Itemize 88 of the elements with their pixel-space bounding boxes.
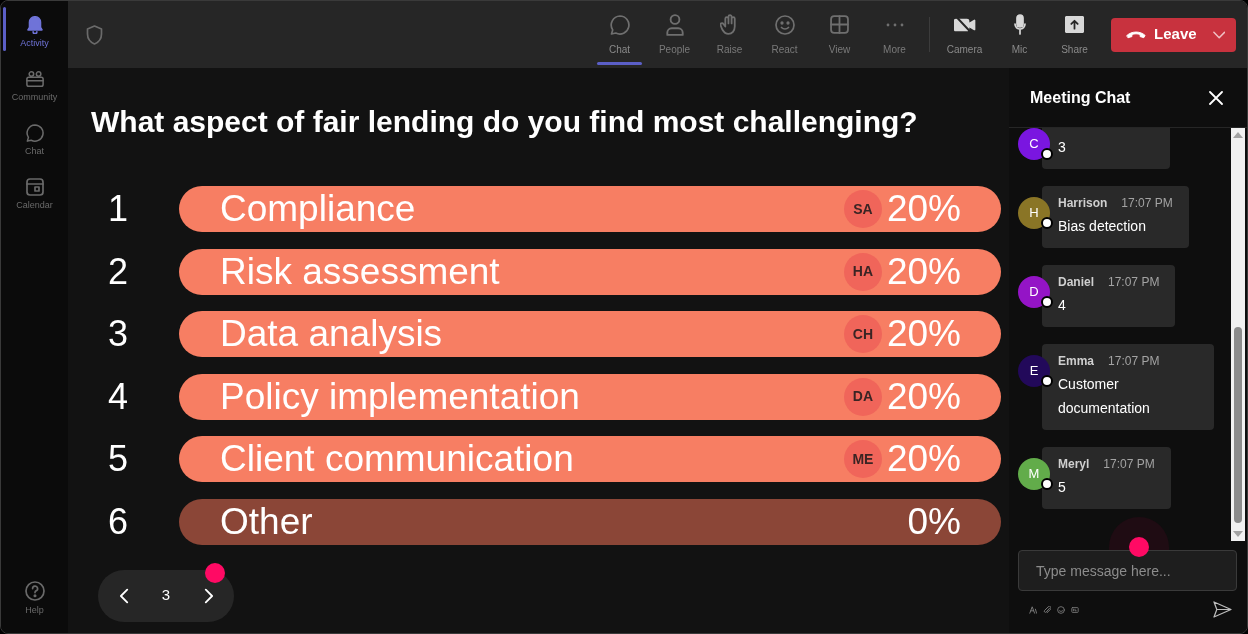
message-text: 5 (1058, 478, 1067, 497)
shield-icon (86, 24, 103, 45)
chat-bubble-icon (609, 14, 630, 35)
chevron-right-icon (203, 587, 213, 604)
bell-icon (25, 15, 44, 34)
option-label: Risk assessment (220, 249, 501, 294)
toolbar-button[interactable]: More (867, 1, 922, 68)
option-percent: 20% (886, 437, 961, 481)
message-time: 17:07 PM (1121, 195, 1173, 212)
toolbar-button[interactable]: View (812, 1, 867, 68)
voter-avatar: ME (843, 440, 882, 478)
caret-icon (1212, 30, 1225, 39)
option-number: 6 (107, 499, 129, 544)
option-label: Policy implementation (220, 374, 581, 419)
click-marker-icon (205, 562, 225, 583)
option-label: Compliance (220, 187, 417, 231)
message-time: 17:07 PM (1108, 274, 1160, 291)
phone-icon (1126, 30, 1147, 39)
option-number: 5 (107, 437, 129, 481)
scroll-up-icon[interactable] (1233, 132, 1243, 138)
option-percent: 20% (886, 249, 961, 294)
option-percent: 20% (886, 374, 961, 419)
voter-avatar: CH (843, 315, 882, 353)
option-label: Data analysis (220, 312, 444, 356)
toolbar-button[interactable]: React (757, 1, 812, 68)
option-percent: 0% (907, 499, 961, 544)
message-time: 17:07 PM (1103, 456, 1155, 473)
smiley-icon[interactable] (1057, 605, 1065, 614)
grid-icon (830, 15, 849, 34)
click-marker-icon (1109, 517, 1169, 557)
panel-title: Meeting Chat (1030, 87, 1131, 108)
toolbar-button[interactable]: Mic (992, 1, 1047, 68)
sidebar-item[interactable]: Activity (1, 5, 68, 59)
option-percent: 20% (886, 312, 961, 356)
help-icon (24, 580, 45, 601)
share-screen-icon (1065, 16, 1084, 33)
message-input[interactable]: Type message here... (1018, 550, 1237, 591)
poll-question: What aspect of fair lending do you find most challenging? (91, 105, 919, 139)
send-icon[interactable] (1213, 601, 1232, 618)
active-indicator (3, 7, 6, 51)
calendar-icon (25, 177, 44, 196)
chevron-left-icon (119, 587, 129, 604)
selected-underline (597, 62, 642, 65)
message-text: 4 (1058, 296, 1067, 315)
toolbar-button[interactable]: Chat (592, 1, 647, 68)
close-icon (1209, 90, 1223, 105)
option-number: 3 (107, 312, 129, 356)
help-button[interactable]: Help (1, 571, 68, 625)
microphone-icon (1013, 13, 1026, 36)
smiley-icon (774, 14, 795, 35)
option-number: 1 (107, 187, 129, 231)
option-number: 2 (107, 249, 129, 294)
sender-name: Harrison (1058, 195, 1108, 212)
scroll-down-icon[interactable] (1233, 531, 1243, 537)
option-percent: 20% (886, 187, 961, 231)
close-button[interactable] (1209, 90, 1223, 105)
leave-button[interactable]: Leave (1111, 17, 1236, 52)
person-icon (665, 13, 684, 36)
sidebar-item[interactable]: Community (1, 59, 68, 113)
option-number: 4 (107, 374, 129, 419)
page-number: 3 (160, 585, 172, 606)
message-time: 17:07 PM (1108, 353, 1160, 370)
chat-bubble-icon (25, 123, 44, 142)
voter-avatar: SA (843, 190, 882, 228)
toolbar-button[interactable]: Share (1047, 1, 1102, 68)
option-label: Other (220, 499, 314, 544)
paperclip-icon[interactable] (1043, 605, 1051, 614)
sender-name: Daniel (1058, 274, 1094, 291)
card-icon[interactable] (1071, 605, 1079, 614)
message-text: 3 (1058, 138, 1067, 157)
toolbar-button[interactable]: People (647, 1, 702, 68)
voter-avatar: DA (843, 377, 882, 416)
voter-avatar: HA (843, 252, 882, 291)
sidebar-item[interactable]: Chat (1, 113, 68, 167)
message-text: Bias detection (1058, 217, 1147, 236)
sidebar-item[interactable]: Calendar (1, 167, 68, 221)
group-icon (25, 69, 44, 88)
message-text: Customer documentation (1058, 375, 1151, 418)
sender-name: Meryl (1058, 456, 1090, 473)
option-label: Client communication (220, 437, 575, 481)
sender-name: Emma (1058, 353, 1095, 370)
toolbar-button[interactable]: Camera (937, 1, 992, 68)
text-format-icon[interactable] (1029, 605, 1037, 614)
camera-off-icon (953, 16, 976, 33)
toolbar-button[interactable]: Raise (702, 1, 757, 68)
scroll-thumb[interactable] (1234, 327, 1242, 523)
more-dots-icon (885, 22, 904, 27)
hand-icon (720, 14, 739, 35)
